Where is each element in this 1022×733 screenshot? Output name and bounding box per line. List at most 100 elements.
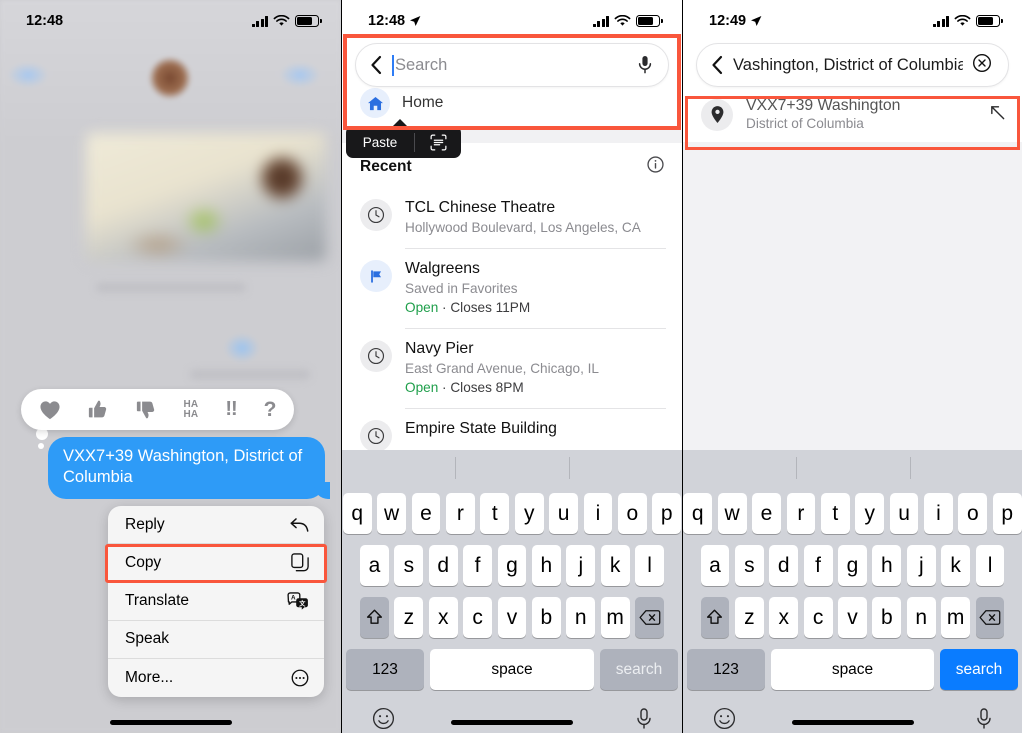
microphone-icon[interactable] [638, 55, 652, 75]
dictation-microphone-icon[interactable] [636, 707, 652, 733]
key-q[interactable]: q [683, 493, 713, 534]
key-i[interactable]: i [924, 493, 953, 534]
key-c[interactable]: c [803, 597, 833, 638]
key-b[interactable]: b [872, 597, 902, 638]
key-q[interactable]: q [342, 493, 372, 534]
key-j[interactable]: j [566, 545, 596, 586]
info-circle-icon[interactable] [647, 156, 664, 178]
key-g[interactable]: g [497, 545, 527, 586]
key-u[interactable]: u [549, 493, 578, 534]
shift-icon[interactable] [360, 597, 389, 638]
key-t[interactable]: t [820, 493, 850, 534]
key-s[interactable]: s [394, 545, 424, 586]
key-s[interactable]: s [734, 545, 764, 586]
key-k[interactable]: k [941, 545, 971, 586]
list-item[interactable]: Navy Pier East Grand Avenue, Chicago, IL… [342, 329, 682, 409]
shift-icon[interactable] [700, 597, 730, 638]
search-input[interactable]: Vashington, District of Columbia [733, 55, 963, 76]
numbers-key[interactable]: 123 [346, 649, 424, 690]
key-m[interactable]: m [941, 597, 971, 638]
search-field[interactable]: Search [355, 43, 669, 87]
space-key[interactable]: space [771, 649, 934, 690]
message-context-menu[interactable]: Reply Copy Translate A 文 Speak More... [108, 506, 324, 697]
on-screen-keyboard[interactable]: q w e r t y u i o p a s d f g h j k l z … [342, 450, 682, 733]
key-o[interactable]: o [617, 493, 647, 534]
key-g[interactable]: g [838, 545, 867, 586]
key-m[interactable]: m [600, 597, 630, 638]
context-menu-item-more[interactable]: More... [108, 659, 324, 697]
key-r[interactable]: r [446, 493, 475, 534]
heart-icon[interactable] [39, 400, 61, 420]
key-j[interactable]: j [906, 545, 936, 586]
paste-popup-menu[interactable]: Paste [346, 119, 461, 158]
backspace-icon[interactable] [975, 597, 1005, 638]
key-f[interactable]: f [463, 545, 492, 586]
context-menu-item-copy[interactable]: Copy [108, 544, 324, 583]
numbers-key[interactable]: 123 [687, 649, 765, 690]
key-x[interactable]: x [428, 597, 458, 638]
key-h[interactable]: h [531, 545, 561, 586]
key-u[interactable]: u [889, 493, 919, 534]
key-v[interactable]: v [838, 597, 867, 638]
search-key[interactable]: search [600, 649, 678, 690]
search-input[interactable]: Search [392, 54, 629, 76]
key-e[interactable]: e [411, 493, 441, 534]
exclamation-icon[interactable]: !! [225, 398, 237, 421]
tapback-reaction-bar[interactable]: HA HA !! ? [21, 389, 294, 430]
key-l[interactable]: l [635, 545, 664, 586]
key-v[interactable]: v [497, 597, 527, 638]
list-item[interactable]: Walgreens Saved in Favorites Open · Clos… [342, 249, 682, 329]
backspace-icon[interactable] [635, 597, 664, 638]
emoji-icon[interactable] [372, 707, 395, 733]
search-suggestion-row[interactable]: VXX7+39 Washington District of Columbia [683, 87, 1022, 142]
key-t[interactable]: t [480, 493, 510, 534]
key-e[interactable]: e [752, 493, 781, 534]
dictation-microphone-icon[interactable] [976, 707, 992, 733]
key-d[interactable]: d [769, 545, 799, 586]
context-menu-item-speak[interactable]: Speak [108, 621, 324, 659]
key-x[interactable]: x [769, 597, 799, 638]
key-k[interactable]: k [600, 545, 630, 586]
key-p[interactable]: p [992, 493, 1022, 534]
arrow-up-left-icon[interactable] [989, 104, 1006, 126]
key-z[interactable]: z [394, 597, 424, 638]
search-key[interactable]: search [940, 649, 1018, 690]
key-a[interactable]: a [360, 545, 389, 586]
key-w[interactable]: w [717, 493, 747, 534]
message-bubble[interactable]: VXX7+39 Washington, District of Columbia [48, 437, 330, 499]
scan-text-icon[interactable] [415, 134, 461, 151]
haha-icon[interactable]: HA HA [184, 400, 199, 420]
clear-circle-icon[interactable] [972, 53, 992, 78]
key-a[interactable]: a [700, 545, 730, 586]
key-w[interactable]: w [377, 493, 407, 534]
question-icon[interactable]: ? [264, 398, 277, 422]
chevron-left-icon[interactable] [370, 55, 383, 75]
paste-button[interactable]: Paste [346, 135, 414, 150]
list-item[interactable]: TCL Chinese Theatre Hollywood Boulevard,… [342, 188, 682, 249]
key-f[interactable]: f [803, 545, 833, 586]
key-o[interactable]: o [958, 493, 988, 534]
search-field[interactable]: Vashington, District of Columbia [696, 43, 1009, 87]
key-b[interactable]: b [531, 597, 561, 638]
key-c[interactable]: c [463, 597, 492, 638]
context-menu-item-translate[interactable]: Translate A 文 [108, 582, 324, 621]
key-z[interactable]: z [734, 597, 764, 638]
key-r[interactable]: r [786, 493, 816, 534]
chevron-left-icon[interactable] [711, 55, 724, 75]
thumbs-down-icon[interactable] [136, 399, 157, 420]
key-y[interactable]: y [514, 493, 544, 534]
thumbs-up-icon[interactable] [88, 399, 109, 420]
key-h[interactable]: h [872, 545, 902, 586]
emoji-icon[interactable] [713, 707, 736, 733]
key-d[interactable]: d [428, 545, 458, 586]
key-i[interactable]: i [583, 493, 613, 534]
context-menu-item-reply[interactable]: Reply [108, 506, 324, 545]
space-key[interactable]: space [430, 649, 594, 690]
key-y[interactable]: y [855, 493, 885, 534]
key-n[interactable]: n [906, 597, 936, 638]
key-p[interactable]: p [652, 493, 682, 534]
key-l[interactable]: l [975, 545, 1005, 586]
key-n[interactable]: n [566, 597, 596, 638]
on-screen-keyboard[interactable]: q w e r t y u i o p a s d f g h j k l z … [683, 450, 1022, 733]
list-item[interactable]: Empire State Building [342, 409, 682, 452]
